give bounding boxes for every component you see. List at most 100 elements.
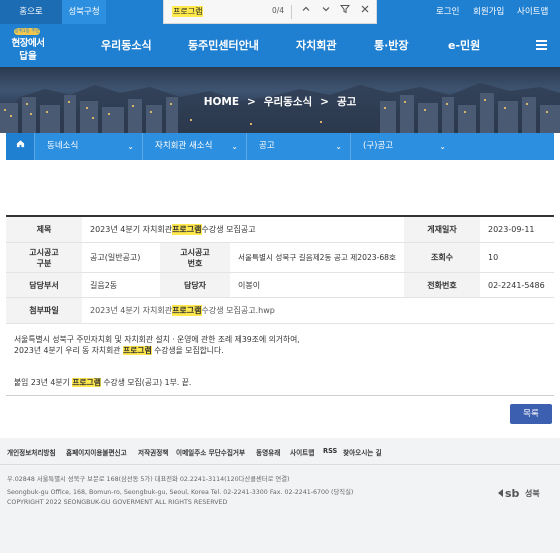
date-value: 2023-09-11 [488, 225, 535, 234]
footer-address-en: Seongbuk-gu Office, 168, Bomun-ro, Seong… [7, 489, 354, 496]
home-icon[interactable] [6, 133, 34, 160]
attachment-text: 2023년 4분기 자치회관 [90, 306, 173, 315]
nav-item-center-info[interactable]: 동주민센터안내 [188, 24, 259, 67]
menu-icon[interactable] [536, 40, 547, 50]
find-filter-button[interactable] [337, 4, 353, 20]
chevron-up-icon [302, 6, 310, 11]
footer-link-copyright[interactable]: 저작권정책 [138, 447, 168, 457]
type-value: 공고(일반공고) [90, 253, 141, 262]
phone-value: 02-2241-5486 [488, 280, 545, 290]
footer-links: 개인정보처리방침 홈페이지이용불편신고 저작권정책 이메일주소 무단수집거부 동… [0, 438, 560, 465]
chevron-down-icon [322, 7, 330, 12]
chevron-down-icon: ⌄ [439, 142, 446, 151]
body-line: 붙임 23년 4분기 프로그램 수강생 모집(공고) 1부. 끝. [14, 378, 192, 387]
find-match-count: 0/4 [272, 6, 285, 15]
hero-banner: HOME > 우리동소식 > 공고 [0, 67, 560, 133]
title-label: 제목 [6, 217, 82, 242]
search-highlight: 프로그램 [172, 224, 202, 235]
type-label: 고시공고 구분 [6, 243, 82, 272]
breadcrumb-home[interactable]: HOME [204, 96, 239, 108]
nav-item-news[interactable]: 우리동소식 [101, 24, 152, 67]
house-icon [16, 140, 24, 148]
footer-link-directions[interactable]: 찾아오시는 길 [343, 447, 382, 457]
list-button[interactable]: 목록 [510, 404, 552, 424]
search-highlight: 프로그램 [122, 346, 152, 355]
seongbuk-logo[interactable]: sb 성북 [497, 486, 553, 500]
breadcrumb-current: 공고 [336, 96, 357, 108]
breadcrumb-separator: > [320, 96, 329, 108]
table-row: 고시공고 구분 공고(일반공고) 고시공고 번호 서울특별시 성북구 길음제2동… [6, 243, 554, 273]
find-input[interactable]: 프로그램 [169, 4, 284, 19]
title-text: 2023년 4분기 자치회관 [90, 225, 173, 234]
footer-link-email-policy[interactable]: 이메일주소 무단수집거부 [176, 447, 245, 457]
subnav-dropdown-4[interactable]: (구)공고 ⌄ [350, 133, 454, 160]
find-next-button[interactable] [318, 4, 334, 20]
close-icon [361, 5, 369, 13]
manager-label: 담당자 [160, 273, 230, 297]
footer-link-rss[interactable]: RSS [323, 447, 337, 455]
find-close-button[interactable] [357, 4, 373, 20]
department-label: 담당부서 [6, 273, 82, 297]
find-query: 프로그램 [172, 6, 204, 17]
table-row: 첨부파일 2023년 4분기 자치회관 프로그램 수강생 모집공고.hwp [6, 298, 554, 324]
views-value: 10 [488, 253, 499, 262]
find-previous-button[interactable] [298, 4, 314, 20]
department-value: 길음2동 [90, 280, 118, 290]
logo-line-1: 현장에서 [11, 38, 45, 49]
breadcrumb-separator: > [247, 96, 256, 108]
attachment-text: 수강생 모집공고.hwp [201, 306, 275, 315]
seongbuk-logo-text: 성북 [525, 489, 540, 498]
footer-link-privacy[interactable]: 개인정보처리방침 [7, 447, 56, 457]
logo-line-2: 답을 [19, 51, 37, 62]
body-line: 2023년 4분기 우리 동 자치회관 프로그램 수강생을 모집합니다. [14, 346, 224, 355]
login-link[interactable]: 로그인 [436, 0, 459, 24]
notice-number-value: 서울특별시 성북구 길음제2동 공고 제2023-68호 [238, 253, 396, 262]
footer: 개인정보처리방침 홈페이지이용불편신고 저작권정책 이메일주소 무단수집거부 동… [0, 438, 560, 553]
search-highlight: 프로그램 [72, 378, 101, 387]
subnav-label: 동네소식 [47, 141, 79, 151]
sub-navigation: 동네소식 ⌄ 자치회관 새소식 ⌄ 공고 ⌄ (구)공고 ⌄ [6, 133, 554, 160]
site-logo[interactable]: 장위1동 주민센터 현장에서 답을 [6, 27, 50, 65]
manager-value: 이봉이 [238, 280, 261, 290]
find-divider [291, 5, 292, 19]
body-line: 서울특별시 성북구 주민자치회 및 자치회관 설치ㆍ운영에 관한 조례 제39조… [14, 335, 300, 344]
search-highlight: 프로그램 [172, 305, 202, 316]
main-navigation: 장위1동 주민센터 현장에서 답을 우리동소식 동주민센터안내 자치회관 통·반… [0, 24, 560, 67]
title-value: 2023년 4분기 자치회관 프로그램 수강생 모집공고 [82, 217, 404, 242]
chevron-down-icon: ⌄ [127, 142, 134, 151]
logo-badge: 장위1동 주민센터 [14, 28, 40, 41]
subnav-dropdown-3[interactable]: 공고 ⌄ [246, 133, 350, 160]
footer-copyright: COPYRIGHT 2022 SEONGBUK-GU GOVERMENT ALL… [7, 499, 228, 506]
chevron-down-icon: ⌄ [231, 142, 238, 151]
subnav-dropdown-1[interactable]: 동네소식 ⌄ [34, 133, 142, 160]
nav-item-e-civil[interactable]: e-민원 [448, 24, 480, 67]
footer-link-sitemap[interactable]: 사이트맵 [290, 447, 314, 457]
table-row: 제목 2023년 4분기 자치회관 프로그램 수강생 모집공고 게재일자 202… [6, 217, 554, 243]
subnav-label: (구)공고 [363, 141, 394, 151]
home-link[interactable]: 홈으로 [0, 0, 62, 24]
filter-icon [339, 5, 351, 14]
phone-label: 전화번호 [404, 273, 480, 297]
breadcrumb-news[interactable]: 우리동소식 [264, 96, 312, 108]
sitemap-link[interactable]: 사이트맵 [517, 0, 548, 24]
join-link[interactable]: 회원가입 [473, 0, 504, 24]
footer-link-origin[interactable]: 동영유래 [256, 447, 280, 457]
views-label: 조회수 [404, 243, 480, 272]
nav-item-autonomy-hall[interactable]: 자치회관 [296, 24, 336, 67]
notice-number-label: 고시공고 번호 [160, 243, 230, 272]
footer-link-report[interactable]: 홈페이지이용불편신고 [66, 447, 127, 457]
table-row: 담당부서 길음2동 담당자 이봉이 전화번호 02-2241-5486 [6, 273, 554, 298]
chevron-down-icon: ⌄ [335, 142, 342, 151]
attachment-label: 첨부파일 [6, 298, 82, 323]
attachment-link[interactable]: 2023년 4분기 자치회관 프로그램 수강생 모집공고.hwp [82, 298, 554, 323]
gu-office-link[interactable]: 성북구청 [62, 0, 106, 24]
title-text: 수강생 모집공고 [201, 225, 256, 234]
notice-body: 서울특별시 성북구 주민자치회 및 자치회관 설치ㆍ운영에 관한 조례 제39조… [6, 326, 554, 396]
subnav-dropdown-2[interactable]: 자치회관 새소식 ⌄ [142, 133, 246, 160]
date-label: 게재일자 [404, 217, 480, 242]
find-bar: 프로그램 0/4 [163, 0, 377, 24]
breadcrumb: HOME > 우리동소식 > 공고 [0, 94, 560, 109]
nav-item-ward-leader[interactable]: 통·반장 [374, 24, 409, 67]
subnav-label: 자치회관 새소식 [155, 141, 213, 151]
svg-text:sb: sb [505, 487, 520, 500]
